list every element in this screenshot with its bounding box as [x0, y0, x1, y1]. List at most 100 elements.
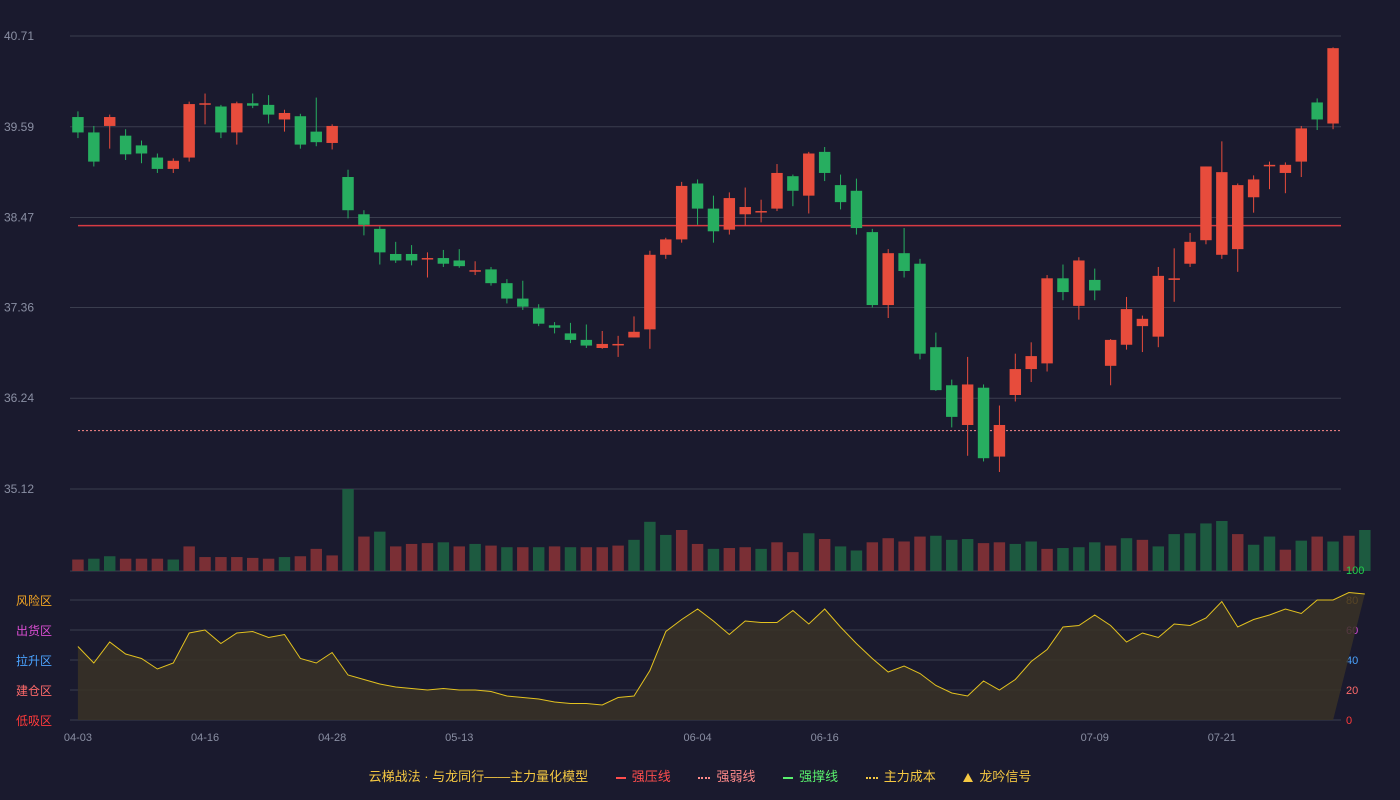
volume-bar — [1057, 548, 1069, 571]
volume-bar — [342, 489, 354, 571]
zone-label: 风险区 — [16, 593, 52, 608]
candle-body — [183, 104, 195, 158]
candle-body — [930, 347, 942, 391]
volume-bar — [135, 558, 148, 571]
candle-body — [405, 253, 418, 261]
weak-swatch-icon — [698, 776, 711, 779]
candle-body — [1200, 166, 1212, 241]
indicator-tick-label: 100 — [1346, 565, 1364, 577]
legend-item-signal[interactable]: 龙吟信号 — [963, 766, 1031, 785]
volume-bar — [389, 546, 402, 571]
candle-body — [326, 125, 338, 143]
candle-body — [485, 269, 497, 284]
x-tick-label: 07-21 — [1208, 732, 1236, 744]
volume-bar — [1311, 536, 1323, 571]
candle-body — [88, 132, 100, 162]
candle-body — [532, 308, 545, 324]
legend-item-support[interactable]: 强撑线 — [783, 766, 838, 785]
candle-body — [453, 260, 465, 267]
volume-bar — [1073, 547, 1085, 571]
candle-body — [342, 177, 354, 211]
cost-swatch-icon — [865, 776, 878, 779]
candle-body — [231, 103, 243, 133]
candle-body — [358, 214, 370, 225]
candle-body — [151, 157, 164, 169]
candle-body — [278, 112, 291, 120]
legend-label-cost: 主力成本 — [883, 769, 936, 784]
volume-bar — [532, 547, 545, 571]
candle-body — [691, 183, 704, 209]
volume-bar — [294, 556, 307, 571]
volume-bar — [739, 547, 751, 571]
candle-body — [628, 331, 640, 338]
legend-item-resistance[interactable]: 强压线 — [615, 766, 671, 785]
candle-body — [1279, 164, 1292, 173]
volume-bar — [723, 548, 736, 571]
candle-body — [1120, 309, 1133, 345]
volume-bar — [1247, 544, 1260, 571]
indicator-tick-label: 20 — [1346, 685, 1358, 697]
candle-body — [421, 258, 434, 260]
volume-bar — [1216, 520, 1228, 571]
volume-bar — [850, 550, 863, 571]
x-tick-label: 04-28 — [318, 732, 346, 744]
candle-body — [135, 145, 148, 154]
volume-bar — [1184, 533, 1196, 571]
candle-body — [215, 106, 227, 133]
triangle-icon — [963, 773, 974, 783]
legend-title: 云梯战法 · 与龙同行——主力量化模型 — [368, 769, 589, 784]
legend-label-signal: 龙吟信号 — [979, 769, 1032, 784]
indicator-tick-label: 0 — [1346, 715, 1352, 727]
volume-bar — [866, 542, 879, 571]
candlestick-chart: 40.7139.5938.4737.3636.2435.121008060402… — [4, 29, 1371, 744]
volume-bar — [215, 557, 227, 571]
y-tick-label: 36.24 — [4, 391, 34, 405]
candle-body — [580, 339, 593, 346]
y-tick-label: 38.47 — [4, 211, 34, 225]
volume-bar — [564, 547, 577, 571]
volume-bar — [262, 558, 275, 571]
volume-bar — [1009, 543, 1022, 571]
candle-body — [294, 116, 307, 145]
volume-bar — [453, 546, 465, 571]
candle-body — [866, 232, 879, 306]
y-tick-label: 39.59 — [4, 120, 34, 134]
candle-body — [501, 283, 513, 299]
legend-label-support: 强撑线 — [799, 769, 839, 784]
candle-body — [946, 385, 958, 417]
candle-body — [787, 176, 799, 191]
volume-bar — [961, 539, 974, 571]
candle-body — [469, 270, 481, 272]
volume-bar — [644, 521, 656, 571]
volume-bar — [167, 559, 179, 571]
candle-body — [1327, 48, 1339, 124]
candle-body — [723, 198, 736, 230]
volume-bar — [580, 547, 593, 571]
candle-body — [1295, 128, 1308, 162]
resistance-swatch-icon — [615, 776, 626, 779]
volume-bar — [326, 555, 338, 571]
volume-bar — [1152, 546, 1165, 571]
volume-bar — [1136, 539, 1149, 571]
candle-body — [803, 153, 815, 196]
candle-body — [1168, 278, 1180, 280]
volume-bar — [914, 536, 926, 571]
legend-item-cost[interactable]: 主力成本 — [865, 766, 936, 785]
volume-bar — [485, 545, 497, 571]
legend-label-weak: 强弱线 — [716, 769, 756, 784]
volume-bar — [834, 546, 847, 571]
candle-body — [596, 343, 608, 348]
volume-bar — [231, 557, 243, 571]
candle-body — [1247, 179, 1260, 198]
candle-body — [167, 160, 179, 169]
volume-bar — [1263, 536, 1276, 571]
candle-body — [850, 190, 863, 229]
candle-body — [1025, 356, 1037, 370]
volume-bar — [1168, 534, 1180, 571]
volume-bar — [405, 543, 418, 571]
legend-item-weak[interactable]: 强弱线 — [698, 766, 755, 785]
zone-label: 低吸区 — [16, 714, 52, 728]
candle-body — [771, 172, 783, 209]
candle-body — [1232, 185, 1244, 250]
candle-body — [1184, 241, 1196, 264]
